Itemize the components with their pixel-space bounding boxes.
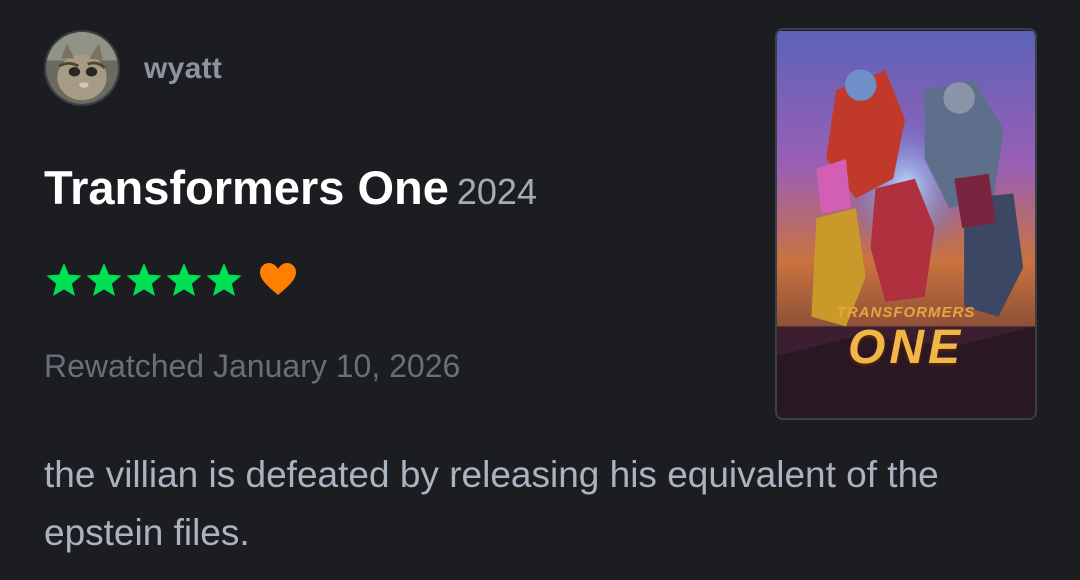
avatar[interactable] [44, 30, 120, 106]
avatar-image [46, 32, 118, 104]
film-heading: Transformers One 2024 [44, 160, 537, 215]
film-poster[interactable]: TRANSFORMERS ONE [775, 28, 1037, 420]
heart-icon [260, 263, 296, 295]
star-icon [206, 263, 242, 296]
review-text: the villian is defeated by releasing his… [44, 454, 939, 553]
star-rating [44, 260, 244, 300]
watched-date: Rewatched January 10, 2026 [44, 348, 461, 384]
film-year[interactable]: 2024 [457, 171, 537, 212]
rating-row [44, 258, 298, 302]
poster-title-big: ONE [847, 321, 964, 374]
film-title[interactable]: Transformers One [44, 161, 449, 214]
username[interactable]: wyatt [144, 52, 222, 86]
star-icon [46, 263, 82, 296]
star-icon [166, 263, 202, 296]
star-icon [86, 263, 122, 296]
star-icon [126, 263, 162, 296]
poster-title-small: TRANSFORMERS [836, 304, 976, 321]
